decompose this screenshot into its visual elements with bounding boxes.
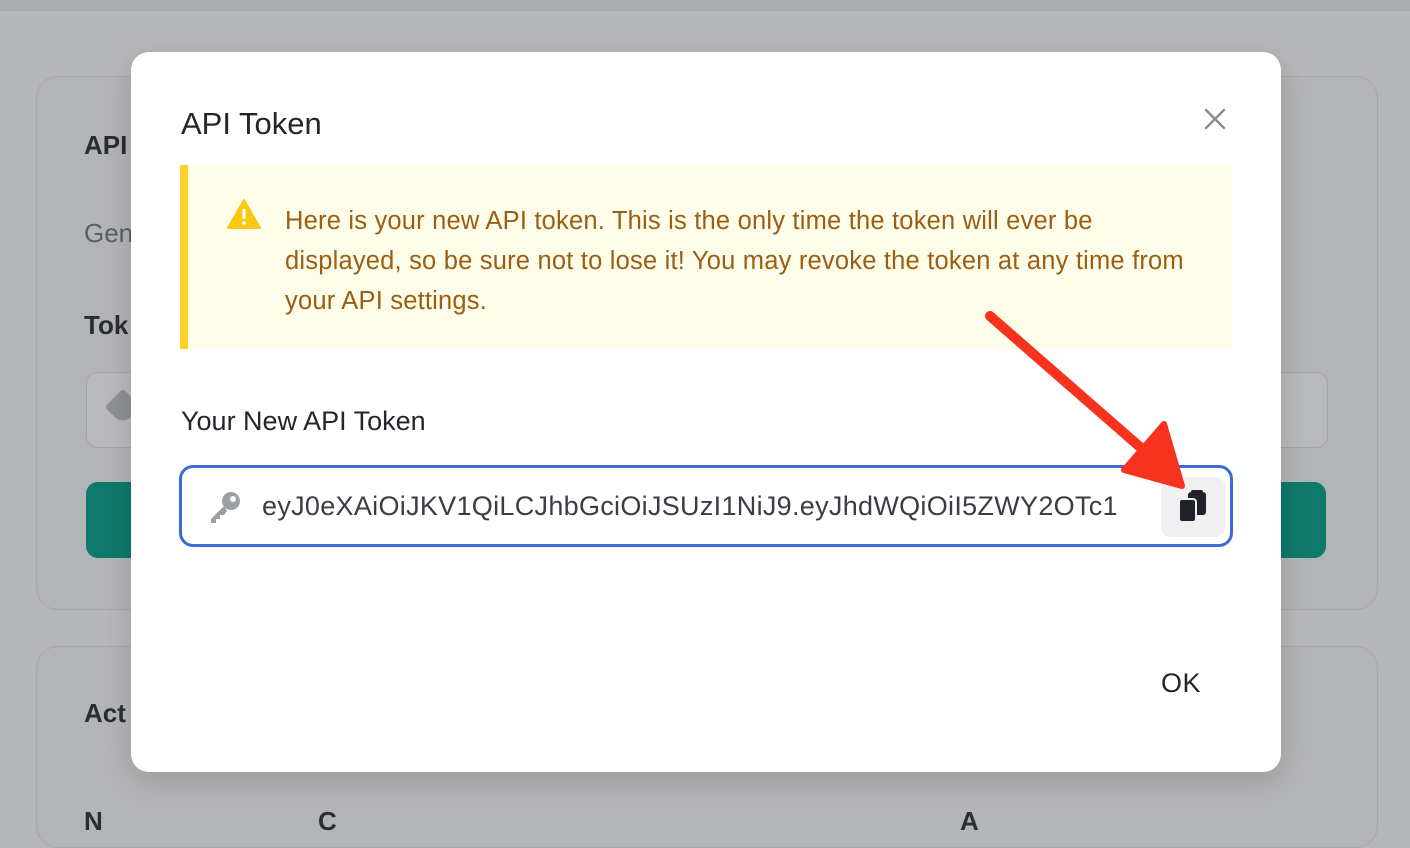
bg-card-subtitle: Gen [84,218,134,248]
warning-alert: Here is your new API token. This is the … [180,165,1232,349]
copy-token-button[interactable] [1161,477,1225,537]
key-icon [206,488,244,526]
clipboard-copy-icon [1178,490,1206,523]
api-token-dialog: API Token Here is your new API token. Th… [131,52,1281,772]
bg-token-label: Tok [84,310,129,340]
ok-button[interactable]: OK [1131,658,1231,708]
token-field-label: Your New API Token [181,406,426,436]
token-field [179,465,1233,547]
bg-active-title: Act [84,698,126,728]
dialog-title: API Token [181,106,322,141]
api-token-input[interactable] [262,468,1162,544]
bg-table-header: C [318,806,337,836]
warning-icon [227,199,261,229]
bg-card-title: API [84,130,128,160]
page-topbar [0,0,1410,11]
warning-message: Here is your new API token. This is the … [285,207,1184,315]
close-icon[interactable] [1199,103,1231,135]
bg-table-header: N [84,806,103,836]
bg-table-header: A [960,806,979,836]
